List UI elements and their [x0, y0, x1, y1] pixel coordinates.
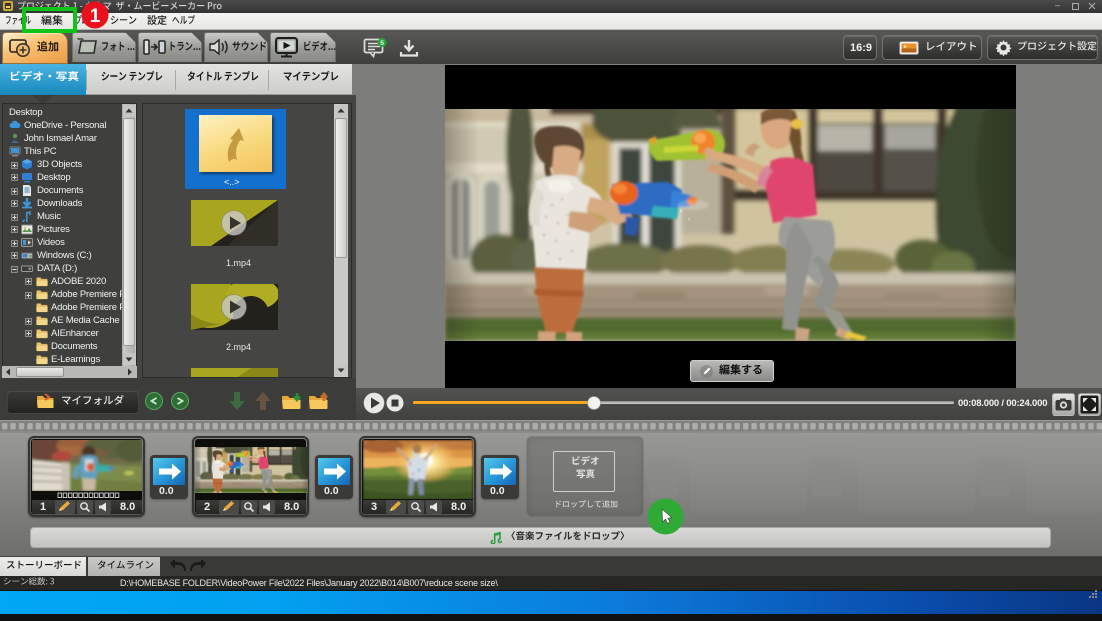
svg-text:5: 5	[380, 40, 384, 47]
svg-text:1: 1	[90, 6, 101, 27]
